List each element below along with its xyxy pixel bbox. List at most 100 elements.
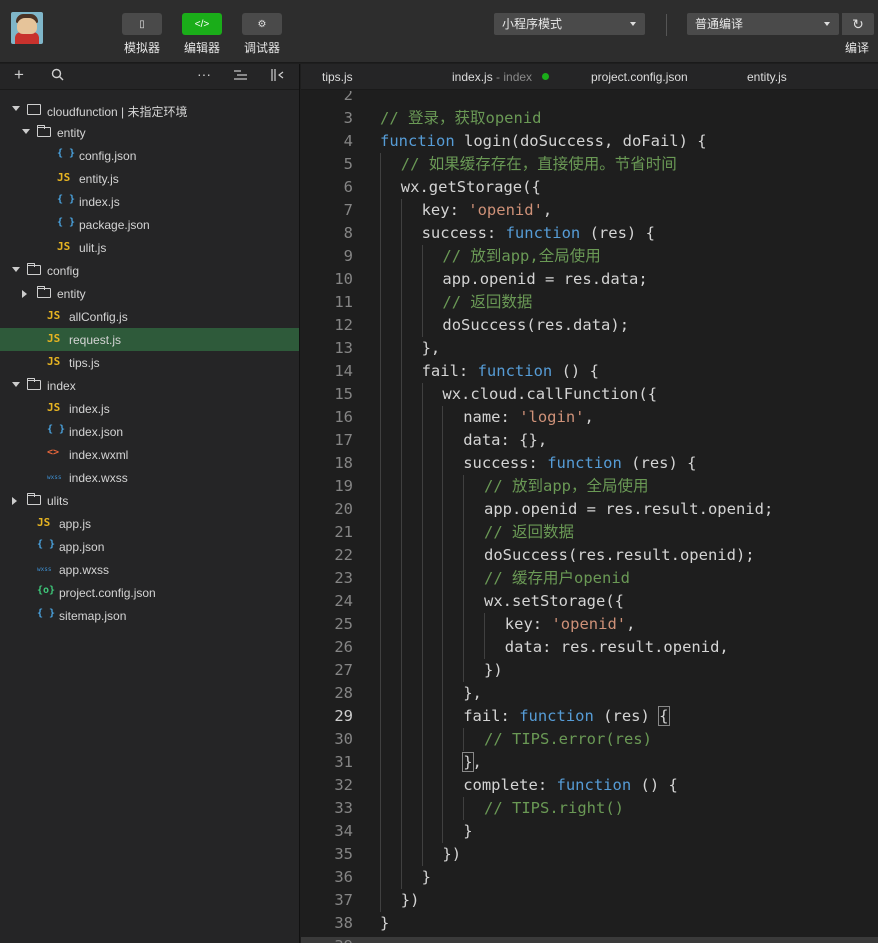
indent-guide bbox=[442, 636, 444, 659]
tree-item[interactable]: ulits bbox=[0, 489, 299, 512]
code-token: () { bbox=[631, 776, 678, 794]
tree-item[interactable]: JS request.js bbox=[0, 328, 299, 351]
indent-guide bbox=[421, 314, 423, 337]
indent-guide bbox=[380, 199, 381, 222]
indent-guide bbox=[442, 682, 444, 705]
tree-item[interactable]: JS allConfig.js bbox=[0, 305, 299, 328]
indent-guide bbox=[421, 843, 423, 866]
code-line: 11 // 返回数据 bbox=[301, 291, 878, 314]
code-token: name: bbox=[463, 408, 520, 426]
tree-item[interactable]: wxss index.wxss bbox=[0, 466, 299, 489]
tree-item[interactable]: JS ulit.js bbox=[0, 236, 299, 259]
simulator-toggle[interactable]: ▯ 模拟器 bbox=[122, 13, 162, 56]
tree-item[interactable]: {o} project.config.json bbox=[0, 581, 299, 604]
code-text: app.openid = res.data; bbox=[442, 268, 647, 291]
editor-tab[interactable]: entity.js bbox=[747, 70, 787, 84]
tree-item[interactable]: { } app.json bbox=[0, 535, 299, 558]
more-icon[interactable]: ··· bbox=[197, 66, 211, 82]
tree-item-label: ulit.js bbox=[79, 241, 107, 255]
tree-item[interactable]: index bbox=[0, 374, 299, 397]
code-line: 2 bbox=[301, 91, 878, 107]
tree-item[interactable]: { } package.json bbox=[0, 213, 299, 236]
phone-icon[interactable]: ▯ bbox=[122, 13, 162, 35]
code-token: (res) bbox=[593, 707, 660, 725]
cloud-folder-icon bbox=[27, 104, 41, 115]
line-number: 23 bbox=[334, 569, 353, 587]
code-text: fail: function () { bbox=[422, 360, 599, 383]
editor-tab[interactable]: project.config.json bbox=[591, 70, 688, 84]
tree-item[interactable]: JS entity.js bbox=[0, 167, 299, 190]
line-number: 5 bbox=[343, 155, 353, 173]
tree-item-label: config bbox=[47, 264, 80, 278]
plus-icon[interactable]: + bbox=[14, 65, 24, 85]
chevron-down-icon[interactable] bbox=[12, 106, 20, 111]
indent-guide bbox=[463, 659, 465, 682]
tree-item[interactable]: entity bbox=[0, 121, 299, 144]
indent-guide bbox=[380, 590, 381, 613]
code-icon[interactable]: </> bbox=[182, 13, 222, 35]
line-number: 32 bbox=[334, 776, 353, 794]
wxss-file-icon: wxss bbox=[37, 566, 52, 573]
indent-guide bbox=[400, 843, 402, 866]
line-number: 39 bbox=[301, 935, 353, 943]
code-line: 18 success: function (res) { bbox=[301, 452, 878, 475]
outline-icon[interactable] bbox=[234, 68, 247, 84]
line-number: 13 bbox=[334, 339, 353, 357]
refresh-icon[interactable]: ↻ bbox=[842, 13, 874, 35]
chevron-down-icon[interactable] bbox=[12, 267, 20, 272]
indent-guide bbox=[421, 774, 423, 797]
chevron-right-icon[interactable] bbox=[22, 290, 27, 298]
indent-guide bbox=[400, 820, 402, 843]
indent-guide bbox=[400, 613, 402, 636]
line-number: 36 bbox=[334, 868, 353, 886]
line-number: 12 bbox=[334, 316, 353, 334]
collapse-icon[interactable] bbox=[271, 68, 285, 84]
tree-item[interactable]: { } config.json bbox=[0, 144, 299, 167]
tree-item[interactable]: config bbox=[0, 259, 299, 282]
tree-item[interactable]: cloudfunction | 未指定环境 bbox=[0, 98, 299, 121]
editor-toggle[interactable]: </> 编辑器 bbox=[182, 13, 222, 56]
indent-guide bbox=[400, 337, 402, 360]
indent-guide bbox=[380, 360, 381, 383]
chevron-down-icon[interactable] bbox=[12, 382, 20, 387]
tree-item[interactable]: { } index.js bbox=[0, 190, 299, 213]
code-text: } bbox=[422, 866, 431, 889]
tree-item[interactable]: wxss app.wxss bbox=[0, 558, 299, 581]
code-token: }, bbox=[421, 339, 441, 357]
editor-tab[interactable]: index.js - index bbox=[452, 70, 550, 84]
compile-mode-select[interactable]: 普通编译 bbox=[687, 13, 839, 35]
debug-icon[interactable]: ⚙ bbox=[242, 13, 282, 35]
tree-item[interactable]: entity bbox=[0, 282, 299, 305]
editor-tab[interactable]: tips.js bbox=[322, 70, 353, 84]
indent-guide bbox=[380, 843, 381, 866]
tree-item[interactable]: JS index.js bbox=[0, 397, 299, 420]
code-editor[interactable]: 2 3// 登录，获取openid 4 function login(doSucces… bbox=[301, 91, 878, 943]
tree-item[interactable]: { } index.json bbox=[0, 420, 299, 443]
debugger-toggle[interactable]: ⚙ 调试器 bbox=[242, 13, 282, 56]
line-number: 11 bbox=[334, 293, 353, 311]
tree-item-label: index.wxml bbox=[69, 448, 129, 462]
folder-icon bbox=[27, 263, 41, 275]
mode-select[interactable]: 小程序模式 bbox=[494, 13, 645, 35]
tree-item[interactable]: <> index.wxml bbox=[0, 443, 299, 466]
indent-guide bbox=[442, 659, 444, 682]
search-icon[interactable] bbox=[51, 68, 64, 84]
chevron-down-icon[interactable] bbox=[22, 129, 30, 134]
tree-item[interactable]: { } sitemap.json bbox=[0, 604, 299, 627]
code-token: } bbox=[380, 914, 390, 932]
chevron-right-icon[interactable] bbox=[12, 497, 17, 505]
code-text: // 放到app，全局使用 bbox=[484, 475, 649, 498]
code-text: function login(doSuccess, doFail) { bbox=[380, 130, 707, 153]
tree-item-label: index.json bbox=[69, 425, 124, 439]
tree-item[interactable]: JS tips.js bbox=[0, 351, 299, 374]
code-text: doSuccess(res.data); bbox=[442, 314, 629, 337]
code-token: }) bbox=[400, 891, 420, 909]
js-file-icon: JS bbox=[47, 355, 61, 368]
code-line: 23 // 缓存用户openid bbox=[301, 567, 878, 590]
line-number: 6 bbox=[343, 178, 353, 196]
indent-guide bbox=[442, 567, 444, 590]
chevron-down-icon bbox=[824, 22, 830, 26]
indent-guide bbox=[380, 751, 381, 774]
tree-item[interactable]: JS app.js bbox=[0, 512, 299, 535]
avatar[interactable] bbox=[11, 12, 43, 44]
